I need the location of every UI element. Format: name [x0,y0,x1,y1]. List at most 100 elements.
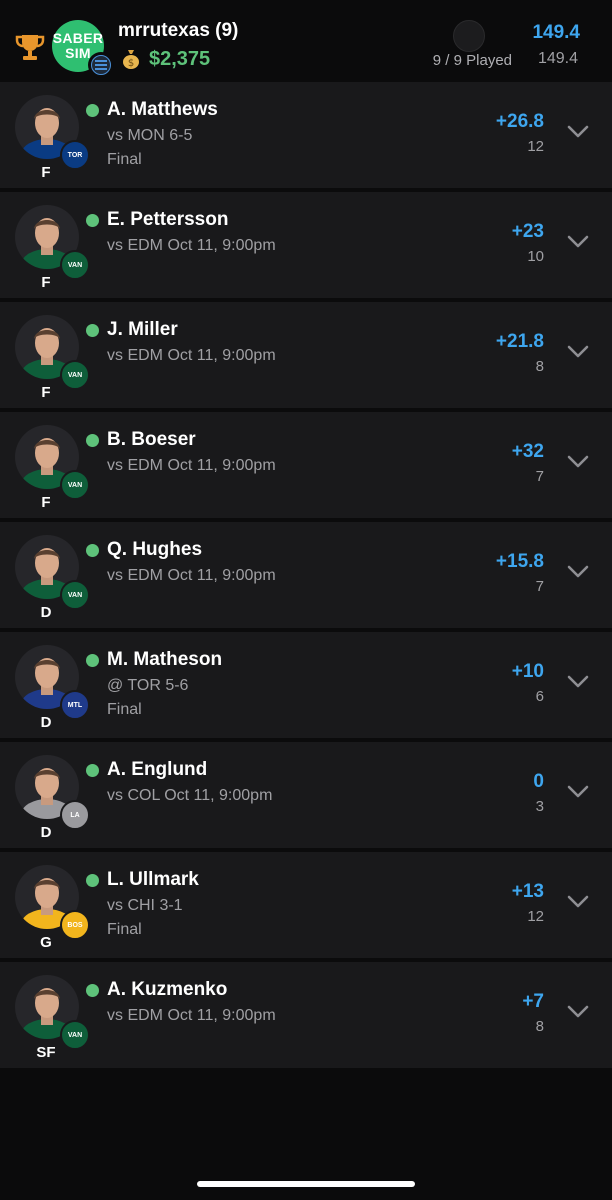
lineup-header: SABER SIM mrrutexas (9) $ $2,375 9 / 9 P… [0,0,612,88]
player-ownership: 12 [527,138,544,155]
player-position: D [40,824,52,841]
player-position: F [41,164,51,181]
game-status: Final [107,701,142,718]
player-name: A. Matthews [107,99,218,120]
chevron-down-icon[interactable] [566,1004,590,1020]
player-row[interactable]: BOS G L. Ullmark vs CHI 3-1 Final +13 12 [0,852,612,962]
player-points: +7 [522,991,544,1012]
chevron-down-icon[interactable] [566,894,590,910]
game-info: vs EDM Oct 11, 9:00pm [107,237,276,254]
chevron-down-icon[interactable] [566,674,590,690]
player-name: Q. Hughes [107,539,203,560]
team-mark: VAN [67,261,83,269]
chevron-down-icon[interactable] [566,124,590,140]
logo-text-bottom: SIM [65,45,91,61]
chevron-down-icon[interactable] [566,564,590,580]
game-info: @ TOR 5-6 [107,677,189,694]
team-logo-icon: TOR [60,140,90,170]
player-position: SF [36,1044,56,1061]
game-info: vs COL Oct 11, 9:00pm [107,787,273,804]
money-bag-icon: $ [123,50,139,69]
contest-badge-icon [88,52,114,78]
player-row[interactable]: VAN SF A. Kuzmenko vs EDM Oct 11, 9:00pm… [0,962,612,1072]
team-logo-icon: BOS [60,910,90,940]
trophy-icon [15,35,45,60]
team-logo-icon: VAN [60,470,90,500]
status-dot-icon [86,764,99,777]
player-points: +21.8 [495,331,544,352]
player-points: +26.8 [495,111,544,132]
player-name: A. Englund [107,759,208,780]
chevron-down-icon[interactable] [566,344,590,360]
player-row[interactable]: VAN F E. Pettersson vs EDM Oct 11, 9:00p… [0,192,612,302]
player-points: +15.8 [495,551,544,572]
team-mark: LA [70,811,80,819]
svg-text:$: $ [128,58,134,69]
player-points: +10 [511,661,544,682]
player-ownership: 7 [535,468,544,485]
status-dot-icon [86,654,99,667]
player-row[interactable]: VAN F J. Miller vs EDM Oct 11, 9:00pm +2… [0,302,612,412]
team-mark: BOS [67,921,83,929]
player-name: J. Miller [107,319,178,340]
chevron-down-icon[interactable] [566,784,590,800]
live-indicator-icon [453,20,485,52]
player-row[interactable]: TOR F A. Matthews vs MON 6-5 Final +26.8… [0,82,612,192]
home-indicator[interactable] [197,1181,415,1187]
player-points: +23 [511,221,544,242]
chevron-down-icon[interactable] [566,454,590,470]
player-row[interactable]: VAN F B. Boeser vs EDM Oct 11, 9:00pm +3… [0,412,612,522]
balance: $2,375 [149,48,211,70]
player-position: D [40,604,52,621]
player-position: F [41,384,51,401]
team-logo-icon: MTL [60,690,90,720]
status-dot-icon [86,104,99,117]
status-dot-icon [86,434,99,447]
status-dot-icon [86,324,99,337]
game-status: Final [107,151,142,168]
game-info: vs EDM Oct 11, 9:00pm [107,347,276,364]
game-info: vs EDM Oct 11, 9:00pm [107,567,276,584]
game-info: vs EDM Oct 11, 9:00pm [107,457,276,474]
player-ownership: 8 [535,1018,544,1035]
player-name: A. Kuzmenko [107,979,228,1000]
team-mark: TOR [67,151,83,159]
game-info: vs MON 6-5 [107,127,193,144]
status-dot-icon [86,214,99,227]
player-name: B. Boeser [107,429,196,450]
team-logo-icon: VAN [60,1020,90,1050]
player-name: E. Pettersson [107,209,229,230]
player-ownership: 10 [527,248,544,265]
player-points: +32 [511,441,544,462]
team-logo-icon: VAN [60,580,90,610]
player-ownership: 3 [535,798,544,815]
player-row[interactable]: LA D A. Englund vs COL Oct 11, 9:00pm 0 … [0,742,612,852]
chevron-down-icon[interactable] [566,234,590,250]
status-dot-icon [86,544,99,557]
player-points: 0 [533,771,544,792]
team-mark: VAN [67,591,83,599]
total-actual: 149.4 [537,50,578,67]
total-projection: 149.4 [532,22,580,43]
team-logo-icon: LA [60,800,90,830]
team-logo-icon: VAN [60,250,90,280]
team-mark: VAN [67,1031,83,1039]
player-name: M. Matheson [107,649,223,670]
played-count: 9 / 9 Played [432,52,512,69]
player-row[interactable]: MTL D M. Matheson @ TOR 5-6 Final +10 6 [0,632,612,742]
player-row[interactable]: VAN D Q. Hughes vs EDM Oct 11, 9:00pm +1… [0,522,612,632]
player-points: +13 [511,881,544,902]
player-name: L. Ullmark [107,869,199,890]
player-ownership: 8 [535,358,544,375]
player-ownership: 12 [527,908,544,925]
team-mark: MTL [67,701,83,709]
username: mrrutexas (9) [118,20,239,41]
player-ownership: 7 [535,578,544,595]
player-list: TOR F A. Matthews vs MON 6-5 Final +26.8… [0,82,612,1072]
logo-text-top: SABER [52,30,104,46]
player-position: G [40,934,52,951]
player-position: F [41,494,51,511]
status-dot-icon [86,874,99,887]
team-logo-icon: VAN [60,360,90,390]
team-mark: VAN [67,371,83,379]
